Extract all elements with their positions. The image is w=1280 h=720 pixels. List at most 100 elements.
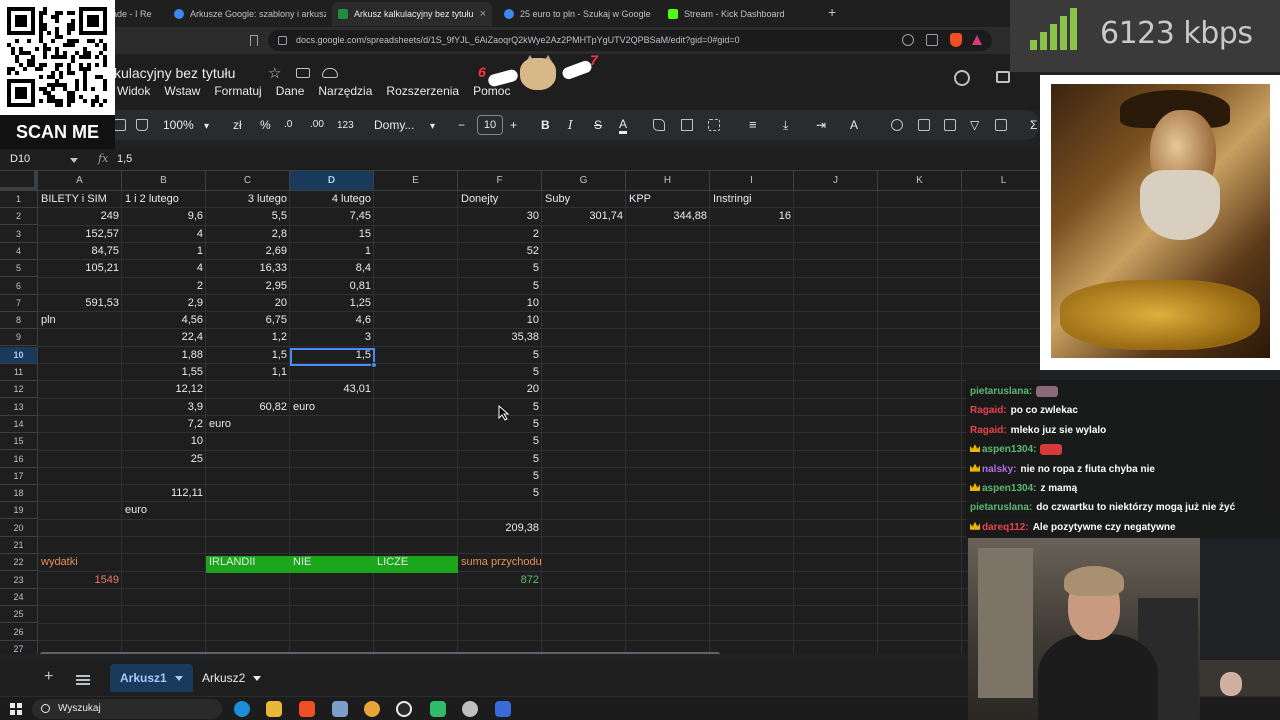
merge-cells-icon[interactable] xyxy=(708,119,720,131)
cell-c1[interactable]: 3 lutego xyxy=(206,191,290,208)
row-header-20[interactable]: 20 xyxy=(0,519,38,537)
cell-f10[interactable]: 5 xyxy=(458,347,542,364)
new-tab-button[interactable]: + xyxy=(828,4,836,20)
row-header-25[interactable]: 25 xyxy=(0,606,38,624)
cell-d7[interactable]: 1,25 xyxy=(290,295,374,312)
cell-d4[interactable]: 1 xyxy=(290,243,374,260)
cell-b6[interactable]: 2 xyxy=(122,278,206,295)
cell-f16[interactable]: 5 xyxy=(458,451,542,468)
star-icon[interactable]: ☆ xyxy=(268,64,281,82)
row-header-4[interactable]: 4 xyxy=(0,242,38,260)
cell-a7[interactable]: 591,53 xyxy=(38,295,122,312)
chevron-down-icon[interactable] xyxy=(174,675,183,681)
cell-c3[interactable]: 2,8 xyxy=(206,226,290,243)
sheet-tab-arkusz2[interactable]: Arkusz2 xyxy=(192,664,271,692)
brave-icon[interactable] xyxy=(299,701,315,717)
close-tab-icon[interactable]: × xyxy=(480,8,492,20)
column-header-b[interactable]: B xyxy=(122,171,206,191)
cell-h2[interactable]: 344,88 xyxy=(626,208,710,225)
undo-icon[interactable] xyxy=(114,119,126,131)
column-header-a[interactable]: A xyxy=(38,171,122,191)
cell-f1[interactable]: Donejty xyxy=(458,191,542,208)
bookmark-icon[interactable] xyxy=(250,35,258,46)
cell-f15[interactable]: 5 xyxy=(458,433,542,450)
cell-b3[interactable]: 4 xyxy=(122,226,206,243)
settings-gear-icon[interactable] xyxy=(462,701,478,717)
menu-formatuj[interactable]: Formatuj xyxy=(207,83,268,99)
cell-c4[interactable]: 2,69 xyxy=(206,243,290,260)
cell-g2[interactable]: 301,74 xyxy=(542,208,626,225)
font-size-increase-button[interactable]: + xyxy=(510,117,517,133)
zoom-select[interactable]: 100% xyxy=(163,117,194,133)
browser-tab[interactable]: ade - I Re xyxy=(112,2,166,26)
cell-f22[interactable]: suma przychodu xyxy=(458,554,542,571)
row-header-6[interactable]: 6 xyxy=(0,277,38,295)
cell-f4[interactable]: 52 xyxy=(458,243,542,260)
fill-color-icon[interactable] xyxy=(653,119,665,131)
row-header-13[interactable]: 13 xyxy=(0,398,38,416)
borders-icon[interactable] xyxy=(681,119,693,131)
edge-icon[interactable] xyxy=(234,701,250,717)
font-size-input[interactable]: 10 xyxy=(477,115,503,135)
row-header-14[interactable]: 14 xyxy=(0,415,38,433)
cell-a4[interactable]: 84,75 xyxy=(38,243,122,260)
row-header-19[interactable]: 19 xyxy=(0,502,38,520)
functions-button[interactable]: Σ xyxy=(1030,117,1037,133)
cell-b16[interactable]: 25 xyxy=(122,451,206,468)
cell-h1[interactable]: KPP xyxy=(626,191,710,208)
filter-icon[interactable]: ▽ xyxy=(970,117,979,133)
row-header-27[interactable]: 27 xyxy=(0,640,38,654)
move-folder-icon[interactable] xyxy=(296,68,310,78)
menu-wstaw[interactable]: Wstaw xyxy=(157,83,207,99)
spreadsheet-grid[interactable]: A B C D E F G H I J K L 1 2 3 4 5 6 7 8 9 10 11 12 13 14 15 16 17 18 1… xyxy=(0,171,1040,654)
paint-format-icon[interactable] xyxy=(136,119,148,131)
column-header-k[interactable]: K xyxy=(878,171,962,191)
browser-tab[interactable]: Stream - Kick Dashboard xyxy=(664,2,824,26)
row-header-1[interactable]: 1 xyxy=(0,191,38,208)
cell-d22[interactable]: NIE xyxy=(290,554,374,571)
cell-i1[interactable]: Instringi xyxy=(710,191,794,208)
cell-a2[interactable]: 249 xyxy=(38,208,122,225)
cell-a8[interactable]: pln xyxy=(38,312,122,329)
align-vertical-icon[interactable]: ⤓ xyxy=(783,117,788,133)
insert-comment-icon[interactable] xyxy=(918,119,930,131)
zoom-icon[interactable] xyxy=(902,34,914,46)
cell-c9[interactable]: 1,2 xyxy=(206,329,290,346)
cell-f7[interactable]: 10 xyxy=(458,295,542,312)
cell-b11[interactable]: 1,55 xyxy=(122,364,206,381)
cell-d12[interactable]: 43,01 xyxy=(290,381,374,398)
cell-c11[interactable]: 1,1 xyxy=(206,364,290,381)
brave-shield-icon[interactable] xyxy=(950,33,962,47)
row-header-22[interactable]: 22 xyxy=(0,554,38,572)
column-header-g[interactable]: G xyxy=(542,171,626,191)
select-all-corner[interactable] xyxy=(0,171,38,191)
cell-c13[interactable]: 60,82 xyxy=(206,399,290,416)
cell-e22[interactable]: LICZE xyxy=(374,554,458,571)
column-header-d[interactable]: D xyxy=(290,171,374,191)
share-icon[interactable] xyxy=(926,34,938,46)
row-header-7[interactable]: 7 xyxy=(0,294,38,312)
cell-f11[interactable]: 5 xyxy=(458,364,542,381)
font-size-decrease-button[interactable]: − xyxy=(458,117,465,133)
text-wrap-icon[interactable]: ⇥ xyxy=(816,117,826,133)
cell-f23[interactable]: 872 xyxy=(458,572,542,589)
cell-d6[interactable]: 0,81 xyxy=(290,278,374,295)
windows-start-icon[interactable] xyxy=(10,703,22,715)
cell-f2[interactable]: 30 xyxy=(458,208,542,225)
cell-c10[interactable]: 1,5 xyxy=(206,347,290,364)
row-header-3[interactable]: 3 xyxy=(0,225,38,243)
percent-format-button[interactable]: % xyxy=(260,117,271,133)
cell-b10[interactable]: 1,88 xyxy=(122,347,206,364)
cell-c5[interactable]: 16,33 xyxy=(206,260,290,277)
cell-d1[interactable]: 4 lutego xyxy=(290,191,374,208)
increase-decimal-button[interactable]: .00 xyxy=(310,117,324,133)
site-info-icon[interactable] xyxy=(278,36,287,45)
cell-d13[interactable]: euro xyxy=(290,399,374,416)
cell-i2[interactable]: 16 xyxy=(710,208,794,225)
cell-f17[interactable]: 5 xyxy=(458,468,542,485)
column-header-e[interactable]: E xyxy=(374,171,458,191)
chrome-icon[interactable] xyxy=(364,701,380,717)
cell-b19[interactable]: euro xyxy=(122,502,206,519)
cell-f20[interactable]: 209,38 xyxy=(458,520,542,537)
cell-d8[interactable]: 4,6 xyxy=(290,312,374,329)
